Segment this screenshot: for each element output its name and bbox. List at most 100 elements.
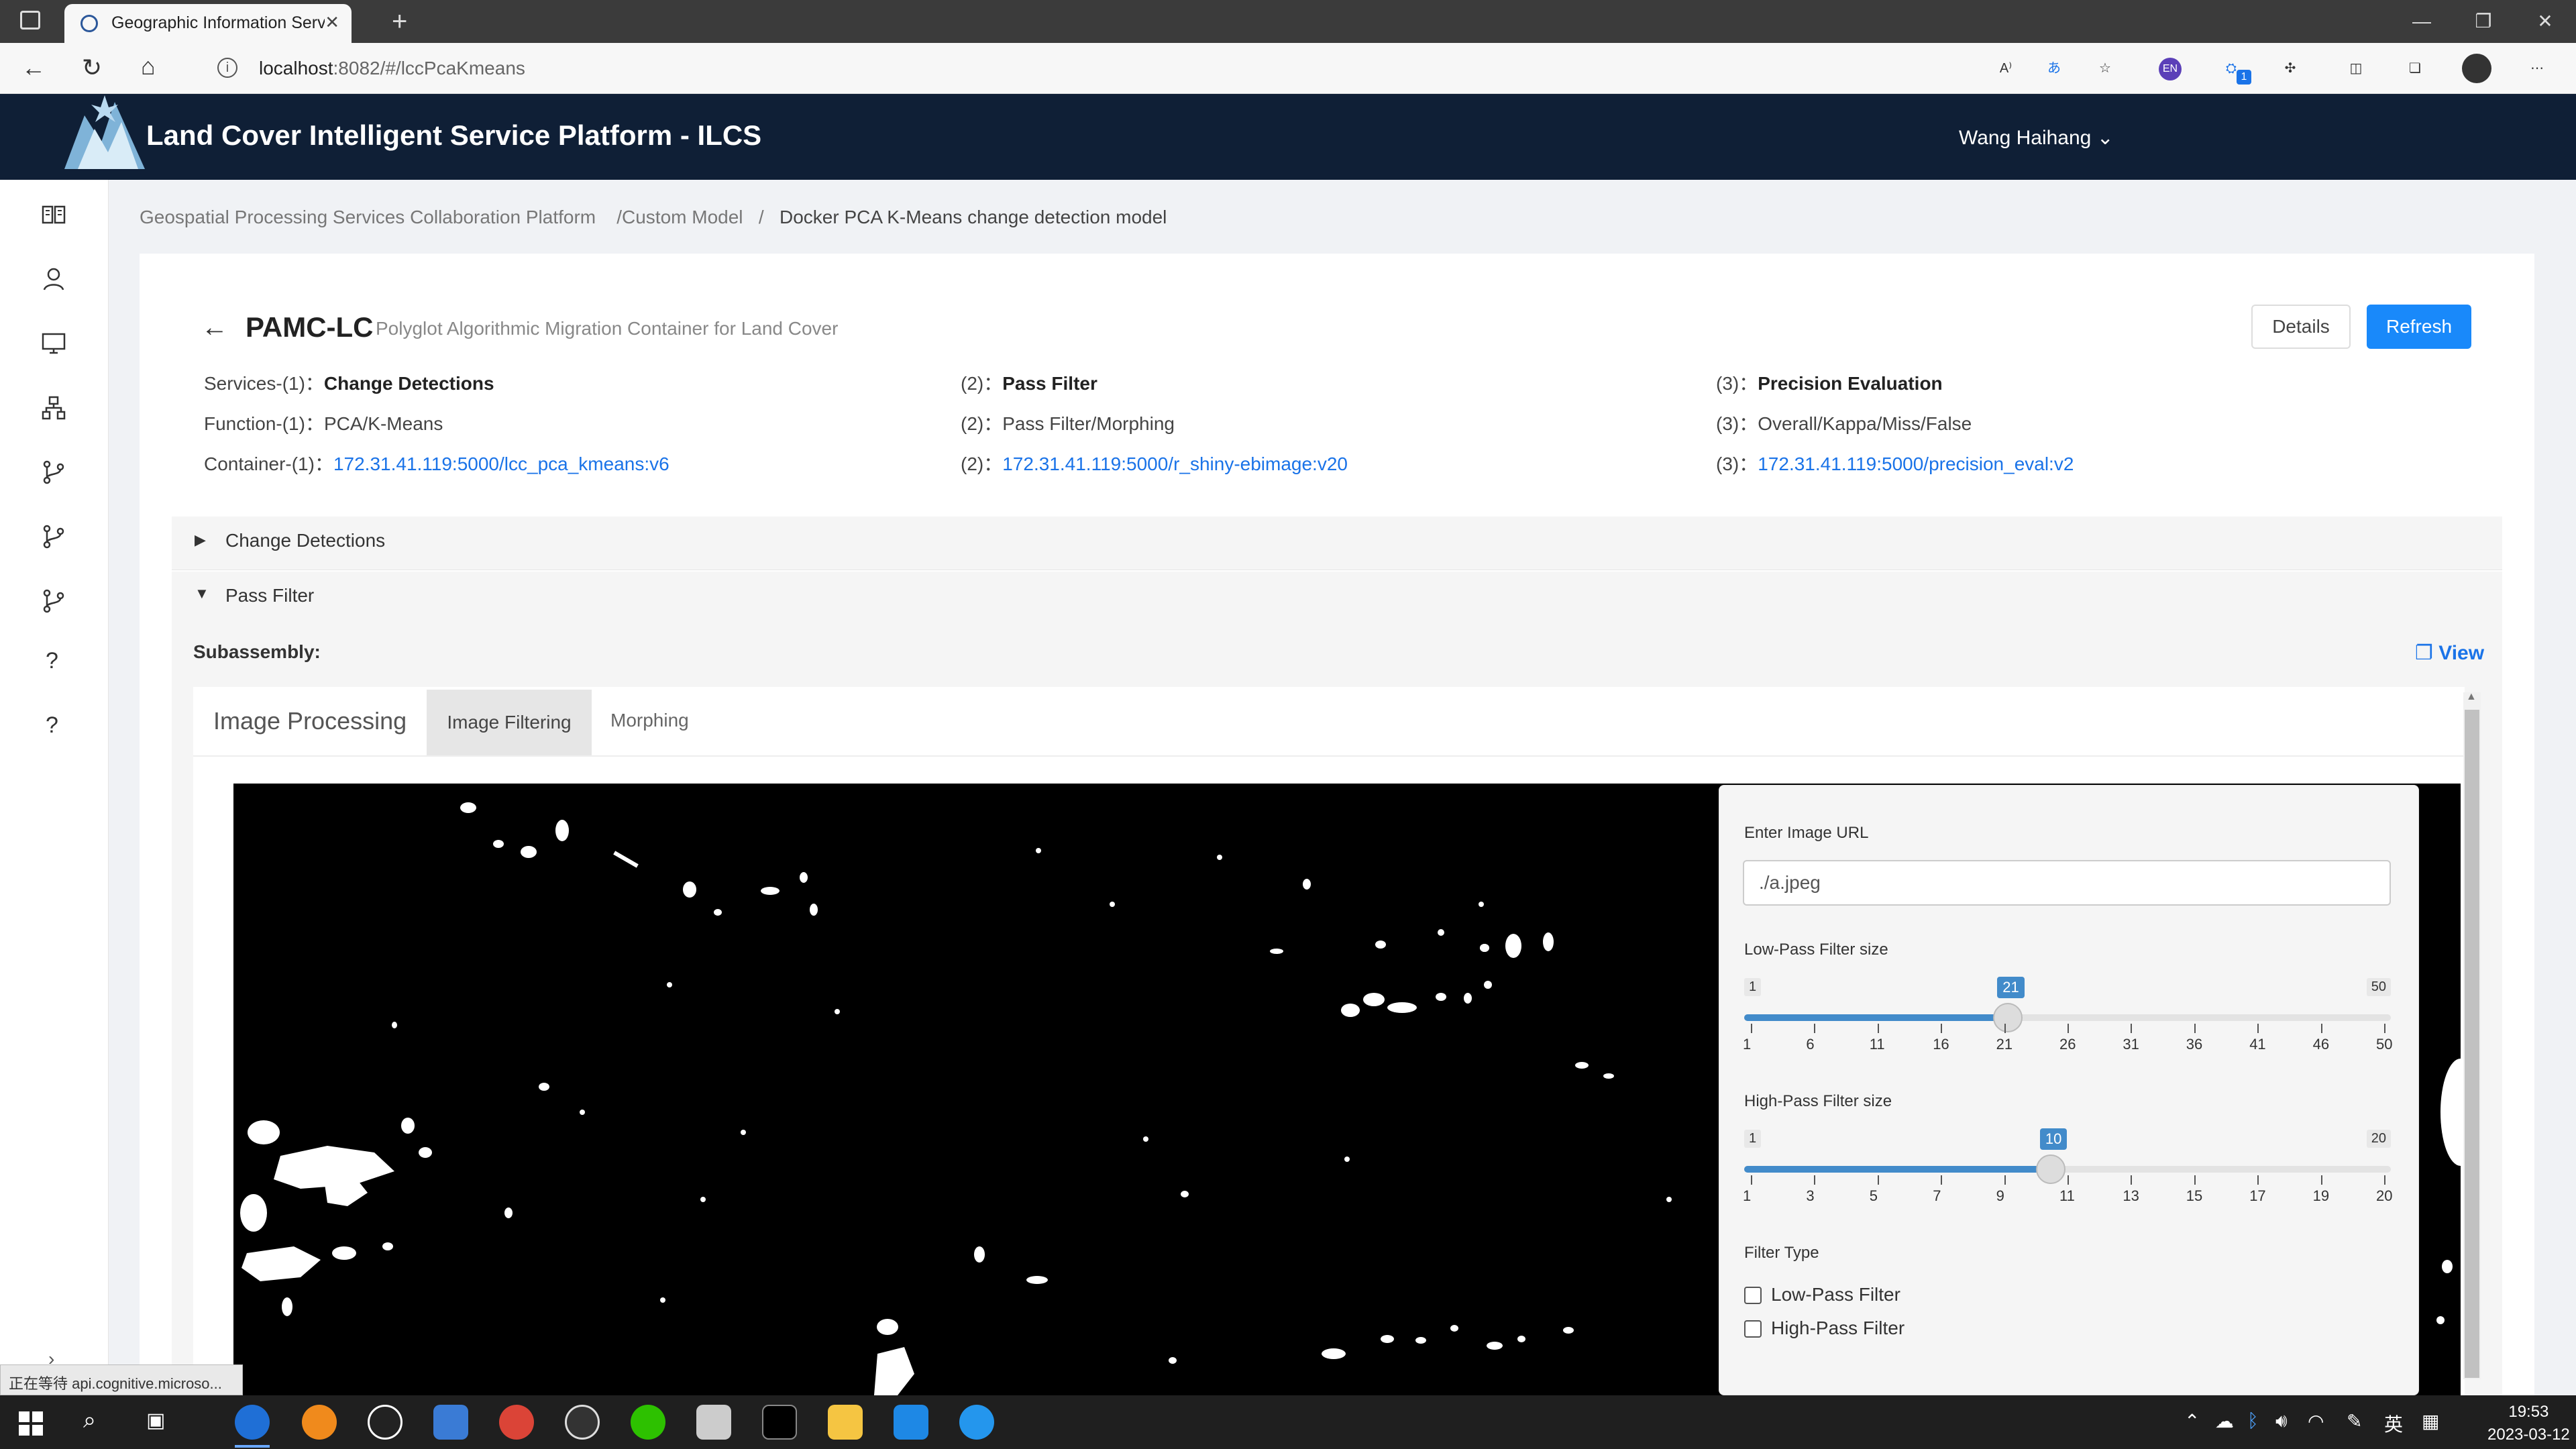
monitor-icon[interactable]: [39, 329, 68, 358]
slider-tick-label: 41: [2249, 1036, 2266, 1053]
media-player-icon[interactable]: [565, 1405, 600, 1440]
pen-icon[interactable]: ✎: [2347, 1410, 2362, 1432]
mail-icon[interactable]: [433, 1405, 468, 1440]
collections-icon[interactable]: ❏: [2402, 55, 2428, 82]
edge-icon[interactable]: [235, 1405, 270, 1440]
tab-actions-icon[interactable]: [20, 11, 40, 30]
index-label: (2)：: [961, 373, 1003, 394]
split-screen-icon[interactable]: ◫: [2343, 55, 2369, 82]
browser-tab[interactable]: Geographic Information Services ✕: [64, 4, 352, 43]
filter-type-label: Filter Type: [1744, 1244, 1819, 1262]
branch-icon-3[interactable]: [39, 586, 68, 616]
user-icon[interactable]: [39, 264, 68, 294]
slider-tick-label: 19: [2312, 1187, 2330, 1204]
wechat-icon[interactable]: [631, 1405, 665, 1440]
scroll-up-icon[interactable]: ▲: [2466, 691, 2477, 703]
branch-icon-2[interactable]: [39, 522, 68, 551]
slider-tick: [2068, 1024, 2069, 1033]
close-window-icon[interactable]: ✕: [2514, 0, 2576, 43]
read-aloud-icon[interactable]: A⁾: [1992, 55, 2019, 82]
high-pass-option-label[interactable]: High-Pass Filter: [1771, 1318, 1904, 1339]
container-row-2: (2)：172.31.41.119:5000/r_shiny-ebimage:v…: [961, 449, 1348, 476]
high-pass-slider[interactable]: 1 20 10 1 3 5 7 9 11 13 15 17 19 20: [1743, 1126, 2392, 1206]
slider-tick: [2068, 1175, 2069, 1185]
folder-icon[interactable]: [828, 1405, 863, 1440]
slider-tick: [2194, 1024, 2196, 1033]
url-input[interactable]: localhost:8082/#/lccPcaKmeans: [259, 58, 525, 79]
tab-morphing[interactable]: Morphing: [610, 710, 689, 731]
slider-tick-label: 17: [2249, 1187, 2266, 1204]
view-link[interactable]: ❐ View: [2415, 641, 2484, 665]
breadcrumb-item[interactable]: /Custom Model: [616, 207, 743, 227]
low-pass-checkbox[interactable]: [1744, 1287, 1762, 1304]
details-button[interactable]: Details: [2251, 305, 2351, 349]
low-pass-slider[interactable]: 1 50 21 1 6 11 16 21 26 31 36 41 46 50: [1743, 974, 2392, 1055]
scrollbar-thumb[interactable]: [2465, 710, 2479, 1378]
collapse-change-detections[interactable]: ▶ Change Detections: [172, 517, 2502, 570]
help-icon[interactable]: ?: [46, 648, 58, 674]
clock-date: 2023-03-12: [2487, 1426, 2570, 1444]
ime-indicator[interactable]: 英: [2384, 1410, 2403, 1437]
java-icon[interactable]: [696, 1405, 731, 1440]
docker-icon[interactable]: [959, 1405, 994, 1440]
cloud-icon[interactable]: ☁: [2215, 1410, 2234, 1432]
container-link[interactable]: 172.31.41.119:5000/r_shiny-ebimage:v20: [1002, 453, 1348, 474]
slider-tick: [2384, 1024, 2385, 1033]
profile-avatar[interactable]: [2462, 54, 2491, 83]
task-view-icon[interactable]: ▣: [146, 1409, 165, 1432]
collapse-title[interactable]: Pass Filter: [225, 585, 314, 606]
breadcrumb-item[interactable]: Geospatial Processing Services Collabora…: [140, 207, 596, 227]
vscode-icon[interactable]: [894, 1405, 928, 1440]
new-tab-icon[interactable]: +: [392, 7, 407, 37]
minimize-icon[interactable]: —: [2391, 0, 2453, 43]
search-app-icon[interactable]: [302, 1405, 337, 1440]
low-pass-option-label[interactable]: Low-Pass Filter: [1771, 1284, 1900, 1305]
tab-image-processing[interactable]: Image Processing: [213, 707, 407, 735]
windows-start-icon[interactable]: [19, 1411, 43, 1436]
slider-tick: [2320, 1175, 2322, 1185]
chrome-icon[interactable]: [499, 1405, 534, 1440]
more-icon[interactable]: ⋯: [2524, 55, 2551, 82]
info-icon[interactable]: i: [217, 58, 237, 78]
slider-ticks: 1 3 5 7 9 11 13 15 17 19 20: [1743, 1175, 2392, 1206]
clock[interactable]: 19:53 2023-03-12: [2487, 1401, 2570, 1446]
close-tab-icon[interactable]: ✕: [325, 12, 339, 33]
terminal-icon[interactable]: [762, 1405, 797, 1440]
slider-value: 10: [2039, 1128, 2068, 1150]
branch-icon[interactable]: [39, 458, 68, 487]
extensions-icon[interactable]: ✣: [2277, 55, 2304, 82]
reload-icon[interactable]: ↻: [82, 54, 102, 82]
back-arrow-icon[interactable]: ←: [201, 313, 228, 343]
home-icon[interactable]: ⌂: [141, 52, 156, 80]
search-icon[interactable]: ⌕: [83, 1407, 96, 1434]
qq-icon[interactable]: [368, 1405, 402, 1440]
wifi-icon[interactable]: ◠: [2308, 1410, 2324, 1432]
container-link[interactable]: 172.31.41.119:5000/lcc_pca_kmeans:v6: [333, 453, 669, 474]
user-menu[interactable]: Wang Haihang ⌄: [1959, 126, 2114, 150]
favorite-icon[interactable]: ☆: [2092, 55, 2118, 82]
active-app-indicator: [235, 1445, 270, 1448]
function-value: PCA/K-Means: [323, 413, 443, 434]
keyboard-icon[interactable]: ▦: [2422, 1410, 2439, 1432]
book-icon[interactable]: [39, 200, 68, 229]
extension-badge-icon[interactable]: EN: [2159, 58, 2182, 80]
tray-chevron-icon[interactable]: ⌃: [2184, 1410, 2200, 1432]
function-value: Overall/Kappa/Miss/False: [1758, 413, 1972, 434]
page-title: PAMC-LC: [246, 311, 374, 343]
refresh-button[interactable]: Refresh: [2367, 305, 2471, 349]
caret-down-icon[interactable]: ▼: [195, 585, 209, 602]
bluetooth-icon[interactable]: ᛒ: [2247, 1410, 2259, 1432]
image-url-input[interactable]: ./a.jpeg: [1743, 860, 2391, 906]
high-pass-checkbox[interactable]: [1744, 1320, 1762, 1338]
back-icon[interactable]: ←: [21, 54, 46, 82]
translate-icon[interactable]: あ: [2041, 55, 2068, 82]
container-link[interactable]: 172.31.41.119:5000/precision_eval:v2: [1758, 453, 2074, 474]
subassembly-label: Subassembly:: [193, 641, 321, 662]
help-icon-2[interactable]: ?: [46, 712, 58, 739]
slider-tick: [2384, 1175, 2385, 1185]
volume-icon[interactable]: 🔊︎: [2275, 1410, 2288, 1432]
restore-icon[interactable]: ❐: [2453, 0, 2514, 43]
tab-image-filtering[interactable]: Image Filtering: [427, 690, 592, 755]
network-icon[interactable]: [39, 393, 68, 423]
slider-tick-label: 9: [1996, 1187, 2004, 1204]
